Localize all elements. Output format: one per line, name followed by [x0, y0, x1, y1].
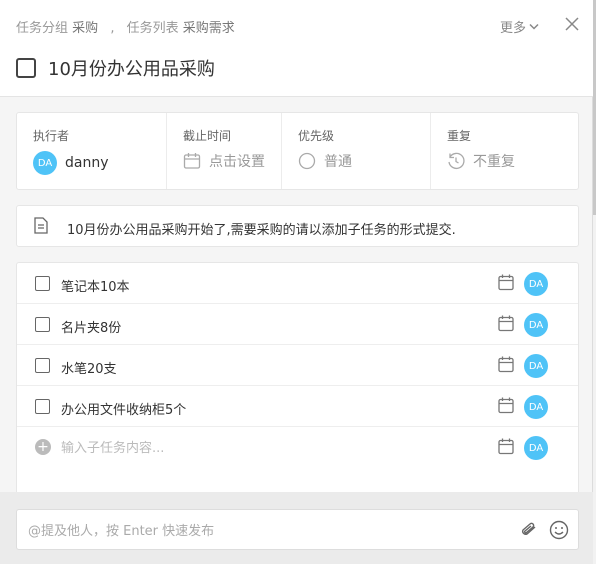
comment-box	[16, 509, 579, 550]
task-header: 任务分组 采购 , 任务列表 采购需求 更多 10月份办公用品采购	[0, 0, 593, 97]
avatar[interactable]: DA	[524, 272, 548, 296]
avatar[interactable]: DA	[524, 395, 548, 419]
comment-footer	[0, 492, 593, 564]
assignee-field[interactable]: 执行者 DA danny	[17, 113, 167, 189]
more-button-label: 更多	[500, 21, 527, 36]
task-description[interactable]: 10月份办公用品采购开始了,需要采购的请以添加子任务的形式提交.	[16, 205, 579, 247]
new-subtask-row: + DA	[17, 427, 578, 468]
list-item: 办公用文件收纳柜5个 DA	[17, 386, 578, 427]
breadcrumb-separator: ,	[110, 21, 115, 36]
avatar[interactable]: DA	[524, 354, 548, 378]
subtask-checkbox[interactable]	[35, 399, 50, 414]
task-meta-card: 执行者 DA danny 截止时间 点击设置 优先级 普通 重复 不重复	[16, 112, 579, 190]
subtask-text[interactable]: 水笔20支	[61, 358, 117, 377]
avatar[interactable]: DA	[524, 436, 548, 460]
subtask-input[interactable]	[61, 438, 481, 458]
breadcrumb-list-label: 任务列表	[126, 21, 179, 36]
calendar-icon[interactable]	[498, 274, 514, 291]
subtask-text[interactable]: 办公用文件收纳柜5个	[61, 399, 186, 418]
subtask-text[interactable]: 笔记本10本	[61, 276, 130, 295]
avatar: DA	[33, 151, 57, 175]
repeat-value: 不重复	[447, 151, 515, 171]
deadline-label: 截止时间	[183, 129, 232, 143]
repeat-label: 重复	[447, 129, 472, 143]
subtask-checkbox[interactable]	[35, 317, 50, 332]
calendar-icon[interactable]	[498, 397, 514, 414]
paperclip-icon[interactable]	[519, 521, 539, 539]
subtask-text[interactable]: 名片夹8份	[61, 317, 121, 336]
breadcrumb-list-link[interactable]: 采购需求	[183, 21, 235, 36]
chevron-down-icon	[529, 23, 539, 30]
breadcrumb-group-link[interactable]: 采购	[72, 21, 98, 36]
list-item: 水笔20支 DA	[17, 345, 578, 386]
calendar-icon[interactable]	[498, 356, 514, 373]
emoji-icon[interactable]	[549, 520, 569, 540]
deadline-value: 点击设置	[183, 151, 265, 171]
task-detail-panel: 任务分组 采购 , 任务列表 采购需求 更多 10月份办公用品采购 执行者 DA…	[0, 0, 593, 564]
task-title[interactable]: 10月份办公用品采购	[48, 55, 215, 81]
task-complete-checkbox[interactable]	[16, 58, 36, 78]
deadline-text: 点击设置	[209, 154, 265, 170]
deadline-field[interactable]: 截止时间 点击设置	[167, 113, 282, 189]
priority-value: 普通	[298, 151, 352, 171]
avatar[interactable]: DA	[524, 313, 548, 337]
breadcrumb: 任务分组 采购 , 任务列表 采购需求	[16, 17, 235, 36]
more-button[interactable]: 更多	[500, 17, 539, 36]
repeat-text: 不重复	[473, 154, 515, 170]
calendar-icon[interactable]	[498, 438, 514, 455]
repeat-field[interactable]: 重复 不重复	[431, 113, 578, 189]
comment-input[interactable]	[28, 521, 498, 541]
priority-field[interactable]: 优先级 普通	[282, 113, 431, 189]
subtask-checkbox[interactable]	[35, 276, 50, 291]
subtask-checkbox[interactable]	[35, 358, 50, 373]
subtask-list: 笔记本10本 DA 名片夹8份 DA 水笔20支 DA 办公用文件收纳柜5个 D…	[16, 262, 579, 502]
priority-text: 普通	[324, 154, 352, 170]
breadcrumb-group-label: 任务分组	[16, 21, 69, 36]
priority-label: 优先级	[298, 129, 335, 143]
note-icon	[34, 217, 48, 234]
title-row: 10月份办公用品采购	[16, 55, 215, 81]
calendar-icon	[183, 153, 201, 169]
assignee-value: DA danny	[33, 151, 109, 175]
list-item: 名片夹8份 DA	[17, 304, 578, 345]
repeat-clock-icon	[448, 152, 465, 170]
assignee-name: danny	[65, 155, 109, 171]
list-item: 笔记本10本 DA	[17, 263, 578, 304]
calendar-icon[interactable]	[498, 315, 514, 332]
assignee-label: 执行者	[33, 129, 70, 143]
circle-icon	[298, 152, 316, 170]
description-text: 10月份办公用品采购开始了,需要采购的请以添加子任务的形式提交.	[67, 223, 456, 238]
add-icon[interactable]: +	[35, 439, 51, 455]
close-icon[interactable]	[562, 14, 582, 34]
